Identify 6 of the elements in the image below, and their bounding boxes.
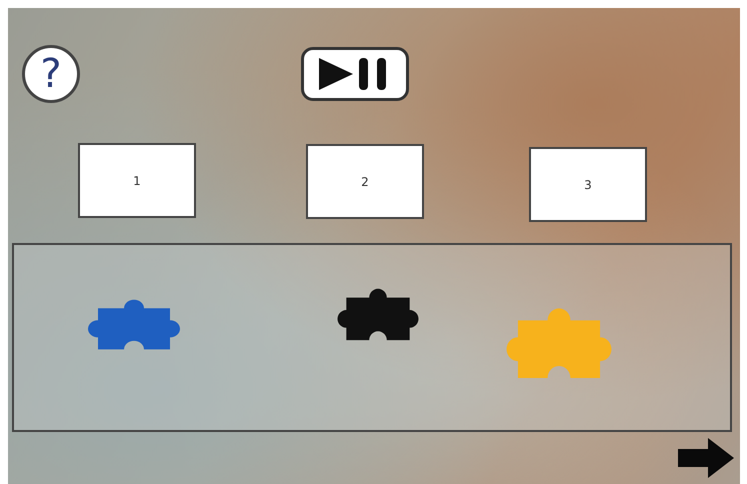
play-pause-button[interactable]	[301, 47, 409, 101]
next-arrow-icon[interactable]	[678, 438, 734, 478]
drop-slot[interactable]: 2	[306, 144, 424, 219]
drop-slot[interactable]: 3	[529, 147, 647, 222]
help-button[interactable]: ?	[22, 45, 80, 103]
drop-slot[interactable]: 1	[78, 143, 196, 218]
